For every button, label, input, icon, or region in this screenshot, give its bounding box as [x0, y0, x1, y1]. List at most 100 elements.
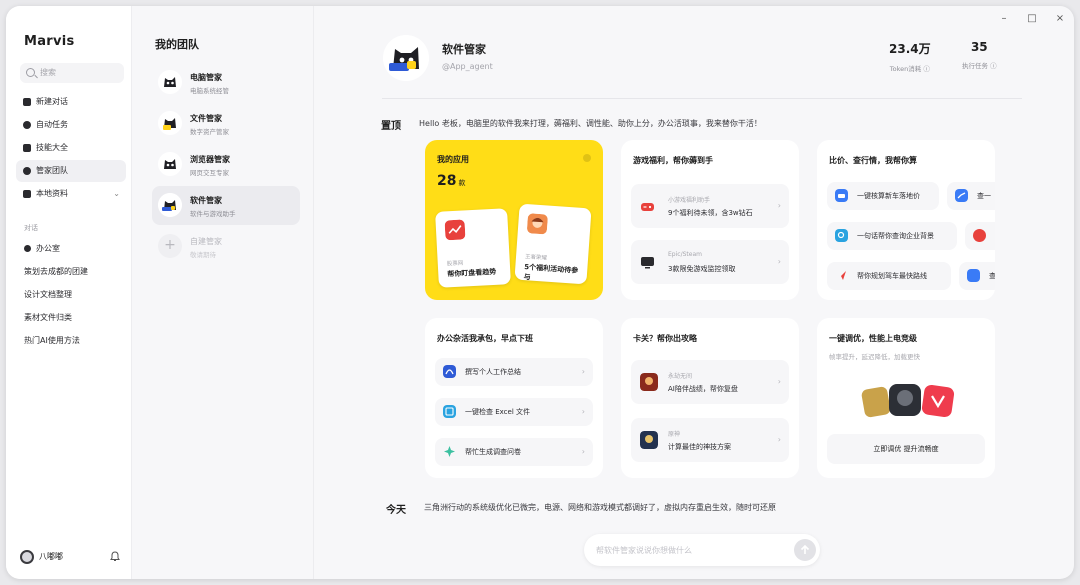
card-title: 卡关？帮你出攻略 [633, 334, 697, 343]
gamepad-icon [641, 203, 654, 211]
office-row[interactable]: 撰写个人工作总结 › [435, 358, 593, 386]
sidebar-item-team[interactable]: 管家团队 [16, 160, 126, 182]
team-member-name: 软件管家 [190, 196, 222, 205]
card-title: 比价、查行情，我帮你算 [829, 156, 917, 165]
send-button[interactable] [794, 539, 816, 561]
chevron-right-icon: › [581, 367, 585, 376]
chevron-right-icon: › [777, 435, 781, 444]
more-icon[interactable] [583, 154, 591, 162]
team-member-browser[interactable]: 浏览器管家 网页交互专家 [152, 145, 300, 184]
chevron-right-icon: › [581, 447, 585, 456]
minimize-button[interactable]: – [997, 12, 1011, 26]
compare-row[interactable]: 查一 [947, 182, 995, 210]
chat-item[interactable]: 素材文件归类 [16, 306, 126, 329]
welfare-row[interactable]: 小游戏福利助手 9个福利待未领，含3w钻石 › [631, 184, 789, 228]
chevron-down-icon[interactable]: ⌄ [113, 183, 120, 205]
compare-row[interactable]: 查 [959, 262, 995, 290]
sidebar-item-local-files[interactable]: 本地资料 ⌄ [16, 183, 126, 205]
row-sub: Epic/Steam [668, 251, 702, 258]
sidebar-item-new-chat[interactable]: 新建对话 [16, 91, 126, 113]
red-badge-icon [973, 229, 986, 242]
chat-item[interactable]: 设计文档整理 [16, 283, 126, 306]
sidebar-item-label: 技能大全 [36, 143, 68, 152]
today-message: 三角洲行动的系统级优化已微完，电源、网络和游戏模式都调好了，虚拟内存重启生效，随… [424, 503, 776, 512]
agent-name: 软件管家 [442, 43, 486, 56]
team-member-desc: 数字资产管家 [190, 128, 229, 136]
user-profile[interactable]: 八嘟嘟 [20, 547, 120, 567]
stat-label: 执行任务 ⓘ [962, 62, 997, 70]
guide-row[interactable]: 永劫无间 AI陪伴战绩，帮你复盘 › [631, 360, 789, 404]
agent-avatar-icon [158, 70, 182, 94]
bell-icon[interactable] [110, 551, 120, 562]
plus-icon: + [158, 234, 182, 258]
message-input[interactable] [596, 534, 786, 566]
chat-item[interactable]: 策划去成都的团建 [16, 260, 126, 283]
stat-value: 35 [970, 40, 988, 54]
app-tile[interactable]: 王者荣耀 5个福利活动待参与 [514, 203, 592, 285]
card-title: 我的应用 [437, 155, 469, 164]
sidebar-item-label: 本地资料 [36, 189, 68, 198]
team-member-computer[interactable]: 电脑管家 电脑系统经管 [152, 63, 300, 102]
optimize-button[interactable]: 立即调优 提升流畅度 [827, 434, 985, 464]
welfare-row[interactable]: Epic/Steam 3款限免游戏监控领取 › [631, 240, 789, 284]
map-icon [967, 269, 980, 282]
search-input[interactable]: 搜索 [20, 63, 124, 83]
stock-icon [955, 189, 968, 202]
card-title: 游戏福利，帮你薅到手 [633, 156, 713, 165]
stat-label: Token消耗 ⓘ [889, 65, 930, 73]
sidebar-item-skills[interactable]: 技能大全 [16, 137, 126, 159]
agent-avatar-icon [383, 35, 429, 81]
team-member-desc: 敬请期待 [190, 251, 216, 259]
row-text: 帮忙生成调查问卷 [465, 448, 521, 456]
main-panel: – □ × 软件管家 @App_agent 23.4万 Token消耗 ⓘ 35… [314, 6, 1074, 579]
search-icon [26, 68, 35, 77]
sidebar-item-auto-tasks[interactable]: 自动任务 [16, 114, 126, 136]
tile-text: 帮你盯盘看趋势 [447, 267, 497, 279]
chevron-right-icon: › [777, 201, 781, 210]
game-welfare-card: 游戏福利，帮你薅到手 小游戏福利助手 9个福利待未领，含3w钻石 › Epic/… [621, 140, 799, 300]
compare-row[interactable] [965, 222, 995, 250]
game-icons-illustration [861, 384, 955, 418]
app-tile[interactable]: 股票网 帮你盯盘看趋势 [435, 208, 511, 288]
agent-handle: @App_agent [442, 62, 493, 71]
sidebar-item-label: 新建对话 [36, 97, 68, 106]
row-text: 查 [989, 272, 995, 280]
sparkle-icon [444, 446, 455, 457]
pinned-label: 置顶 [381, 121, 401, 132]
office-row[interactable]: 帮忙生成调查问卷 › [435, 438, 593, 466]
office-row[interactable]: 一键检查 Excel 文件 › [435, 398, 593, 426]
row-text: 查一 [977, 192, 991, 200]
compare-row[interactable]: 一句话帮你查询企业背景 [827, 222, 957, 250]
close-button[interactable]: × [1053, 12, 1067, 26]
monitor-icon [641, 257, 654, 269]
new-chat-icon [23, 98, 31, 106]
team-member-files[interactable]: 文件管家 数字资产管家 [152, 104, 300, 143]
chat-list: 办公室 策划去成都的团建 设计文档整理 素材文件归类 热门AI使用方法 [16, 237, 126, 352]
card-title: 一键调优，性能上电竞级 [829, 334, 917, 343]
user-name: 八嘟嘟 [39, 552, 63, 561]
app-count: 28 款 [437, 173, 466, 189]
team-title: 我的团队 [155, 38, 199, 51]
agent-avatar-icon [158, 152, 182, 176]
stock-chart-icon [444, 219, 466, 241]
compare-row[interactable]: 帮你规划驾车最快路线 [827, 262, 951, 290]
game-cover-icon [640, 431, 658, 449]
team-member-name: 自建管家 [190, 237, 222, 246]
chevron-right-icon: › [777, 257, 781, 266]
chevron-right-icon: › [581, 407, 585, 416]
arrow-up-icon [800, 544, 810, 554]
maximize-button[interactable]: □ [1025, 12, 1039, 26]
tile-text: 5个福利活动待参与 [523, 263, 579, 282]
sidebar: Marvis 搜索 新建对话 自动任务 技能大全 管家团队 本地资料 ⌄ 对话 … [6, 6, 132, 579]
team-member-software[interactable]: 软件管家 软件与游戏助手 [152, 186, 300, 225]
chat-item[interactable]: 热门AI使用方法 [16, 329, 126, 352]
guide-row[interactable]: 原神 计算最佳的神技方案 › [631, 418, 789, 462]
team-member-create[interactable]: + 自建管家 敬请期待 [152, 227, 300, 266]
team-panel: 我的团队 电脑管家 电脑系统经管 文件管家 数字资产管家 浏览器管家 网页交互专… [132, 6, 314, 579]
compare-row[interactable]: 一键核算新车落地价 [827, 182, 939, 210]
chat-item[interactable]: 办公室 [16, 237, 126, 260]
tile-sub: 王者荣耀 [524, 254, 548, 262]
row-text: 撰写个人工作总结 [465, 368, 521, 376]
row-text: 计算最佳的神技方案 [668, 443, 731, 451]
my-apps-card[interactable]: 我的应用 28 款 股票网 帮你盯盘看趋势 王者荣耀 5个福利活动待参与 [425, 140, 603, 300]
